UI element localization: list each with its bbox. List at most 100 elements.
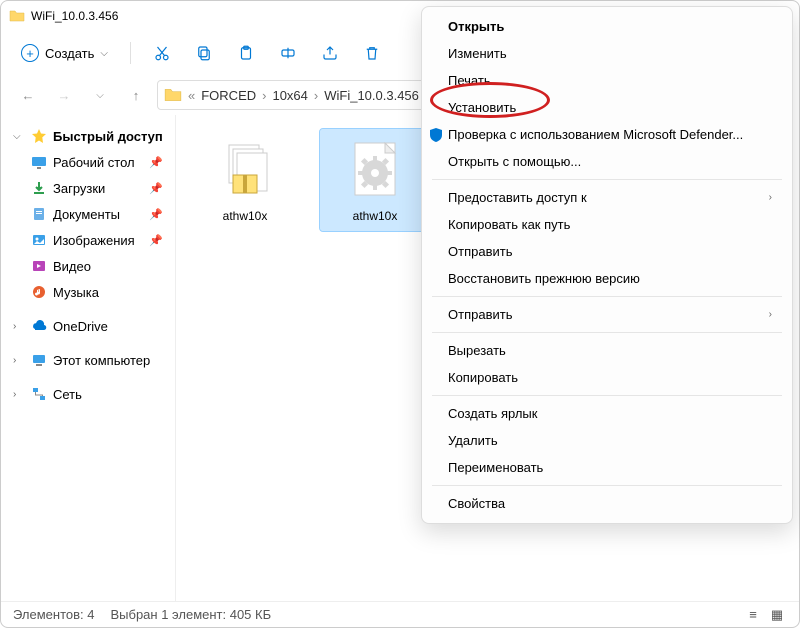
cm-shortcut[interactable]: Создать ярлык — [422, 400, 792, 427]
separator — [432, 296, 782, 297]
sidebar-item-label: Изображения — [53, 233, 143, 248]
file-item[interactable]: athw10x — [320, 129, 430, 231]
recent-button[interactable]: ⌵ — [85, 80, 115, 110]
sidebar-onedrive[interactable]: › OneDrive — [5, 313, 171, 339]
star-icon — [31, 128, 47, 144]
breadcrumb[interactable]: « FORCED › 10x64 › WiFi_10.0.3.456 — [157, 80, 430, 110]
cut-button[interactable] — [145, 36, 179, 70]
cm-defender[interactable]: Проверка с использованием Microsoft Defe… — [422, 121, 792, 148]
chevron-right-icon: › — [260, 88, 268, 103]
crumb[interactable]: WiFi_10.0.3.456 — [320, 88, 423, 103]
copy-button[interactable] — [187, 36, 221, 70]
view-toggle: ≡ ▦ — [743, 607, 787, 623]
document-icon — [31, 206, 47, 222]
paste-button[interactable] — [229, 36, 263, 70]
large-icons-button[interactable]: ▦ — [767, 607, 787, 623]
cm-share[interactable]: Отправить — [422, 238, 792, 265]
context-menu: Открыть Изменить Печать Установить Прове… — [421, 6, 793, 524]
sidebar-music[interactable]: Музыка — [23, 279, 171, 305]
sidebar-thispc[interactable]: › Этот компьютер — [5, 347, 171, 373]
cm-share-access[interactable]: Предоставить доступ к› — [422, 184, 792, 211]
pin-icon: 📌 — [149, 182, 163, 195]
network-icon — [31, 386, 47, 402]
delete-button[interactable] — [355, 36, 389, 70]
sidebar-network[interactable]: › Сеть — [5, 381, 171, 407]
pin-icon: 📌 — [149, 208, 163, 221]
window-title: WiFi_10.0.3.456 — [31, 9, 118, 23]
sidebar-documents[interactable]: Документы 📌 — [23, 201, 171, 227]
cm-cut[interactable]: Вырезать — [422, 337, 792, 364]
picture-icon — [31, 232, 47, 248]
cm-rename[interactable]: Переименовать — [422, 454, 792, 481]
chevron-down-icon: ⌵ — [13, 131, 25, 142]
crumb[interactable]: 10x64 — [268, 88, 311, 103]
crumb-prefix: « — [186, 88, 197, 103]
sidebar-item-label: Видео — [53, 259, 163, 274]
chevron-right-icon: › — [769, 192, 772, 203]
rename-button[interactable] — [271, 36, 305, 70]
cm-copy-path[interactable]: Копировать как путь — [422, 211, 792, 238]
cm-install[interactable]: Установить — [422, 94, 792, 121]
sidebar-item-label: Музыка — [53, 285, 163, 300]
chevron-right-icon: › — [13, 355, 25, 366]
sidebar-desktop[interactable]: Рабочий стол 📌 — [23, 149, 171, 175]
desktop-icon — [31, 154, 47, 170]
sidebar-item-label: Сеть — [53, 387, 163, 402]
create-label: Создать — [45, 46, 94, 61]
pin-icon: 📌 — [149, 156, 163, 169]
share-button[interactable] — [313, 36, 347, 70]
chevron-right-icon: › — [13, 389, 25, 400]
chevron-right-icon: › — [13, 321, 25, 332]
folder-icon — [9, 8, 25, 24]
cm-open-with[interactable]: Открыть с помощью... — [422, 148, 792, 175]
chevron-right-icon: › — [769, 309, 772, 320]
download-icon — [31, 180, 47, 196]
file-name: athw10x — [223, 209, 268, 223]
sidebar-item-label: Быстрый доступ — [53, 129, 163, 144]
status-count: Элементов: 4 — [13, 607, 94, 622]
cm-restore[interactable]: Восстановить прежнюю версию — [422, 265, 792, 292]
sidebar-quick-access[interactable]: ⌵ Быстрый доступ — [5, 123, 171, 149]
sidebar-video[interactable]: Видео — [23, 253, 171, 279]
separator — [130, 42, 131, 64]
music-icon — [31, 284, 47, 300]
back-button[interactable]: ← — [13, 80, 43, 110]
cloud-icon — [31, 318, 47, 334]
cm-edit[interactable]: Изменить — [422, 40, 792, 67]
up-button[interactable]: ↑ — [121, 80, 151, 110]
file-name: athw10x — [353, 209, 398, 223]
cm-print[interactable]: Печать — [422, 67, 792, 94]
computer-icon — [31, 352, 47, 368]
cm-open[interactable]: Открыть — [422, 13, 792, 40]
chevron-down-icon: ⌵ — [100, 48, 108, 59]
chevron-right-icon: › — [312, 88, 320, 103]
sidebar-item-label: Документы — [53, 207, 143, 222]
sidebar-item-label: Загрузки — [53, 181, 143, 196]
sidebar: ⌵ Быстрый доступ Рабочий стол 📌 Загрузки… — [1, 115, 176, 601]
cm-copy[interactable]: Копировать — [422, 364, 792, 391]
file-item[interactable]: athw10x — [190, 129, 300, 231]
cm-send-to[interactable]: Отправить› — [422, 301, 792, 328]
cab-file-icon — [213, 137, 277, 201]
inf-file-icon — [343, 137, 407, 201]
separator — [432, 332, 782, 333]
separator — [432, 179, 782, 180]
create-button[interactable]: + Создать ⌵ — [13, 40, 116, 66]
sidebar-downloads[interactable]: Загрузки 📌 — [23, 175, 171, 201]
separator — [432, 395, 782, 396]
sidebar-pictures[interactable]: Изображения 📌 — [23, 227, 171, 253]
cm-properties[interactable]: Свойства — [422, 490, 792, 517]
status-bar: Элементов: 4 Выбран 1 элемент: 405 КБ ≡ … — [1, 601, 799, 627]
crumb[interactable]: FORCED — [197, 88, 260, 103]
plus-icon: + — [21, 44, 39, 62]
separator — [432, 485, 782, 486]
sidebar-item-label: Рабочий стол — [53, 155, 143, 170]
video-icon — [31, 258, 47, 274]
folder-icon — [164, 86, 182, 104]
details-view-button[interactable]: ≡ — [743, 607, 763, 623]
sidebar-item-label: OneDrive — [53, 319, 163, 334]
forward-button[interactable]: → — [49, 80, 79, 110]
status-selection: Выбран 1 элемент: 405 КБ — [110, 607, 271, 622]
shield-icon — [428, 127, 444, 143]
cm-delete[interactable]: Удалить — [422, 427, 792, 454]
